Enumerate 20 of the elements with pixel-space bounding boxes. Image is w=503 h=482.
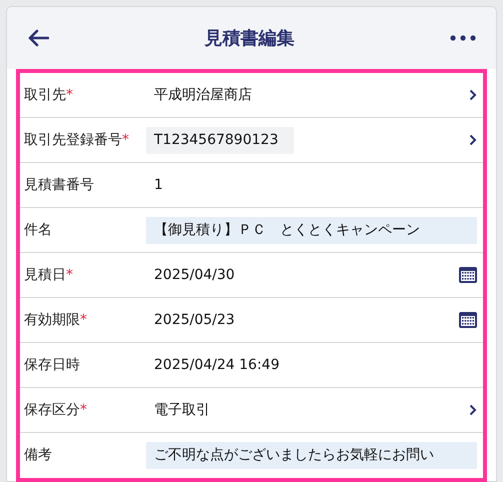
field-label: 見積書番号 <box>24 176 95 194</box>
field-label: 備考 <box>24 446 53 465</box>
chevron-right-icon <box>469 89 477 101</box>
chevron-right-icon <box>469 404 477 416</box>
field-label: 見積日* <box>24 266 74 284</box>
field-value[interactable]: ご不明な点がございましたらお気軽にお問い <box>146 442 477 469</box>
calendar-icon[interactable] <box>459 312 477 328</box>
window-title: 見積書編集 <box>203 26 296 50</box>
field-label: 保存日時 <box>24 356 81 374</box>
calendar-icon[interactable] <box>459 267 477 283</box>
chevron-right-icon <box>469 134 477 146</box>
field-label: 件名 <box>24 220 53 240</box>
field-label: 取引先* <box>24 86 74 104</box>
field-label: 取引先登録番号* <box>24 130 130 150</box>
field-value[interactable]: T1234567890123 <box>146 126 294 154</box>
field-value[interactable]: 【御見積り】ＰＣ とくとくキャンペーン <box>146 216 477 244</box>
back-arrow-icon[interactable] <box>27 29 49 47</box>
field-label: 有効期限* <box>24 310 88 330</box>
field-label: 保存区分* <box>24 400 88 420</box>
more-options-icon[interactable] <box>450 35 476 41</box>
